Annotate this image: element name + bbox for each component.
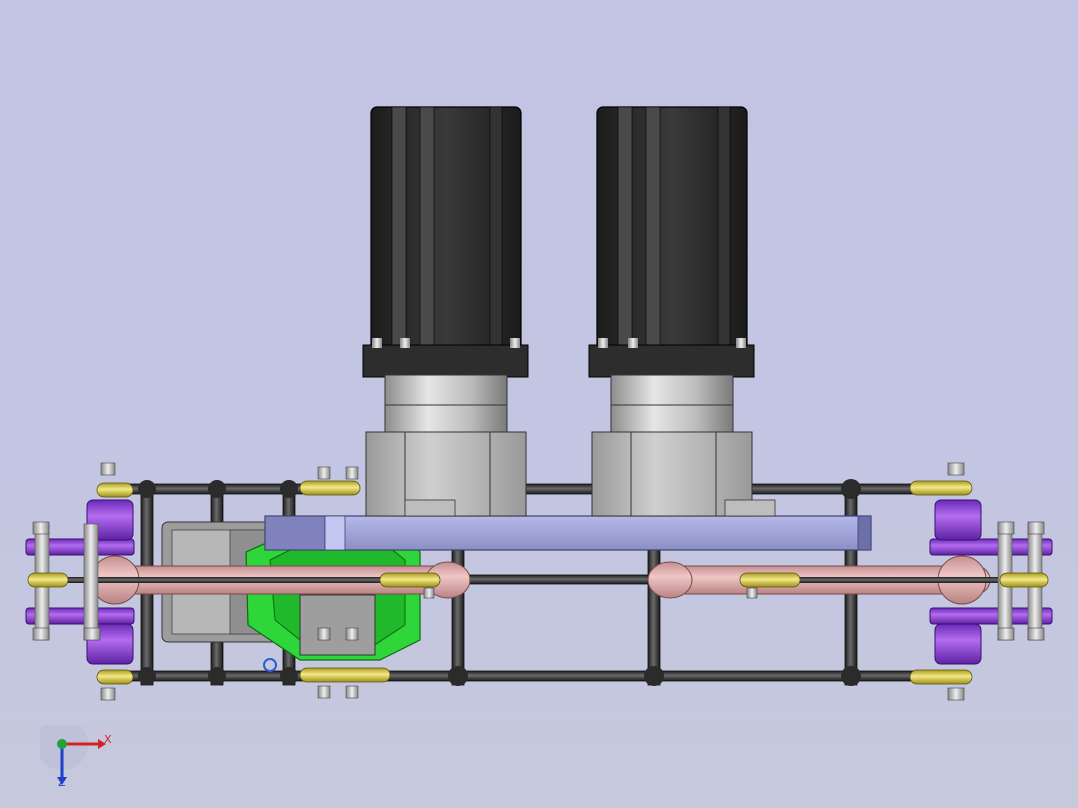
y-axis-dot: [57, 739, 67, 749]
cad-viewport[interactable]: X Z: [0, 0, 1078, 808]
assembly-model[interactable]: [0, 0, 1078, 808]
z-axis-label: Z: [58, 776, 66, 789]
x-axis-label: X: [104, 733, 112, 746]
motor-2[interactable]: [588, 106, 776, 517]
motor-1[interactable]: [362, 106, 529, 517]
mounting-plate[interactable]: [264, 515, 872, 551]
